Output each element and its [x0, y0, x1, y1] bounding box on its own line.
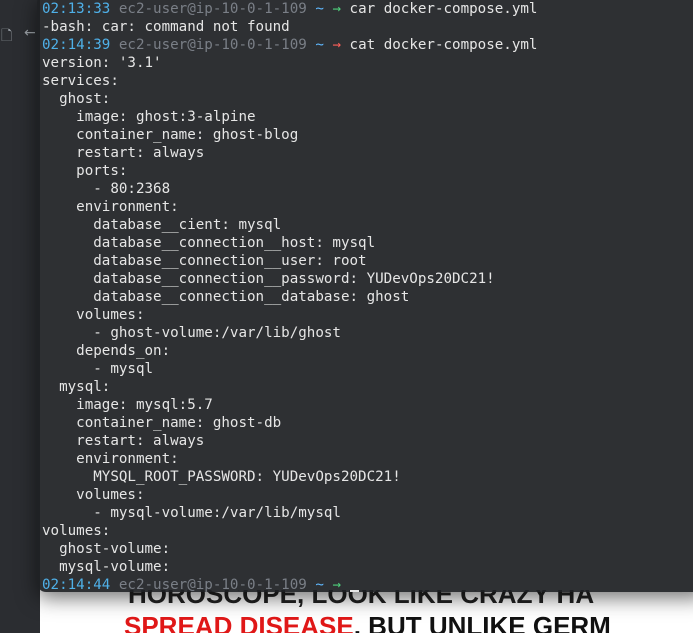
terminal-output-line: container_name: ghost-db: [42, 415, 282, 431]
terminal-output-line: - ghost-volume:/var/lib/ghost: [42, 325, 341, 341]
terminal-output-line: database__connection__user: root: [42, 253, 367, 269]
prompt-host: ec2-user@ip-10-0-1-109: [118, 577, 307, 592]
prompt-host: ec2-user@ip-10-0-1-109: [118, 1, 307, 17]
prompt-dir: ~: [315, 1, 324, 17]
terminal-prompt-line: 02:14:44 ec2-user@ip-10-0-1-109 ~ →: [42, 576, 693, 592]
terminal-output-line: database__connection__password: YUDevOps…: [42, 271, 495, 287]
slide-highlight: SPREAD DISEASE: [124, 611, 354, 633]
prompt-time: 02:13:33: [42, 1, 111, 17]
terminal-output-line: -bash: car: command not found: [42, 19, 290, 35]
terminal-output-line: volumes:: [42, 307, 145, 323]
prompt-command: car docker-compose.yml: [349, 1, 538, 17]
background-editor-strip: 🗋 ←: [0, 0, 40, 633]
terminal-output[interactable]: 02:13:33 ec2-user@ip-10-0-1-109 ~ → car …: [42, 0, 693, 592]
terminal-output-line: mysql-volume:: [42, 559, 171, 575]
terminal-output-line: image: mysql:5.7: [42, 397, 213, 413]
prompt-command: cat docker-compose.yml: [349, 37, 538, 53]
terminal-output-line: environment:: [42, 199, 179, 215]
terminal-output-line: MYSQL_ROOT_PASSWORD: YUDevOps20DC21!: [42, 469, 401, 485]
terminal-output-line: volumes:: [42, 523, 111, 539]
terminal-output-line: - 80:2368: [42, 181, 171, 197]
terminal-output-line: ports:: [42, 163, 128, 179]
file-icon[interactable]: 🗋: [1, 25, 12, 49]
terminal-output-line: database__cient: mysql: [42, 217, 282, 233]
terminal-output-line: container_name: ghost-blog: [42, 127, 299, 143]
terminal-output-line: database__connection__database: ghost: [42, 289, 410, 305]
terminal-output-line: image: ghost:3-alpine: [42, 109, 256, 125]
desktop: 🗋 ← HOROSCOPE, LOOK LIKE CRAZY HA SPREAD…: [0, 0, 693, 633]
terminal-output-line: depends_on:: [42, 343, 171, 359]
prompt-arrow: →: [332, 577, 341, 592]
terminal-prompt-line: 02:13:33 ec2-user@ip-10-0-1-109 ~ → car …: [42, 0, 693, 18]
terminal-output-line: volumes:: [42, 487, 145, 503]
prompt-arrow: →: [332, 37, 341, 53]
terminal-output-line: - mysql: [42, 361, 154, 377]
terminal-output-line: services:: [42, 73, 119, 89]
background-slide-text: HOROSCOPE, LOOK LIKE CRAZY HA SPREAD DIS…: [124, 590, 693, 633]
terminal-output-line: environment:: [42, 451, 179, 467]
terminal-prompt-line: 02:14:39 ec2-user@ip-10-0-1-109 ~ → cat …: [42, 36, 693, 54]
prompt-dir: ~: [315, 577, 324, 592]
terminal-output-line: version: '3.1': [42, 55, 162, 71]
prompt-arrow: →: [332, 1, 341, 17]
terminal-output-line: - mysql-volume:/var/lib/mysql: [42, 505, 341, 521]
terminal-output-line: database__connection__host: mysql: [42, 235, 376, 251]
terminal-output-line: mysql:: [42, 379, 111, 395]
prompt-time: 02:14:39: [42, 37, 111, 53]
prompt-dir: ~: [315, 37, 324, 53]
terminal-window[interactable]: 02:13:33 ec2-user@ip-10-0-1-109 ~ → car …: [37, 0, 693, 592]
slide-line-1: HOROSCOPE, LOOK LIKE CRAZY HA: [128, 590, 595, 609]
terminal-output-line: restart: always: [42, 433, 205, 449]
terminal-output-line: restart: always: [42, 145, 205, 161]
terminal-output-line: ghost-volume:: [42, 541, 171, 557]
back-arrow-icon[interactable]: ←: [24, 25, 36, 41]
slide-line-2: SPREAD DISEASE, BUT UNLIKE GERM: [124, 612, 611, 633]
slide-line-2-rest: , BUT UNLIKE GERM: [353, 611, 611, 633]
terminal-cursor: [349, 590, 359, 592]
prompt-host: ec2-user@ip-10-0-1-109: [118, 37, 307, 53]
terminal-output-line: ghost:: [42, 91, 111, 107]
prompt-time: 02:14:44: [42, 577, 111, 592]
